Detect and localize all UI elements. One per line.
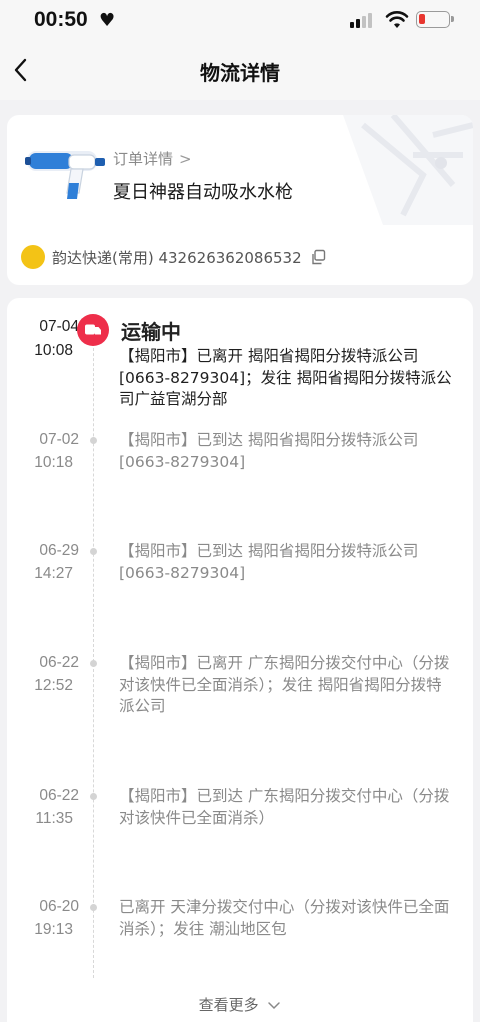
timeline-dot xyxy=(90,660,97,667)
page-title: 物流详情 xyxy=(200,61,280,85)
entry-description: 已离开 天津分拨交付中心（分拨对该快件已全面消杀）；发往 潮汕地区包 xyxy=(119,898,450,938)
chevron-right-icon: > xyxy=(179,150,192,168)
entry-time: 10:18 xyxy=(34,454,73,471)
entry-time: 10:08 xyxy=(34,342,73,359)
courier-tracking-number: 韵达快递(常用) 432626362086532 xyxy=(52,248,302,267)
map-background xyxy=(343,115,473,225)
entry-date: 06-29 xyxy=(39,542,79,559)
current-status-label: 运输中 xyxy=(121,320,181,344)
entry-time: 19:13 xyxy=(34,921,73,938)
status-time: 00:50 xyxy=(34,8,88,31)
timeline-line xyxy=(93,328,94,978)
timeline-dot xyxy=(90,548,97,555)
timeline-dot xyxy=(90,793,97,800)
entry-description: 【揭阳市】已离开 揭阳省揭阳分拨特派公司[0663-8279304]；发往 揭阳… xyxy=(119,347,452,408)
copy-icon[interactable] xyxy=(310,249,326,265)
view-more-button[interactable]: 查看更多 xyxy=(7,994,473,1015)
order-card: 订单详情 > 夏日神器自动吸水水枪 韵达快递(常用) 43262636208653… xyxy=(7,115,473,285)
entry-date: 06-22 xyxy=(39,787,79,804)
order-details-label: 订单详情 xyxy=(113,150,174,168)
entry-time: 12:52 xyxy=(34,677,73,694)
entry-date: 07-04 xyxy=(39,318,79,335)
timeline-dot xyxy=(90,437,97,444)
cellular-signal-icon xyxy=(350,12,378,28)
battery-low-icon xyxy=(416,11,454,28)
courier-logo xyxy=(21,245,45,269)
entry-description: 【揭阳市】已到达 广东揭阳分拨交付中心（分拨对该快件已全面消杀） xyxy=(119,787,450,827)
nav-bar: 物流详情 xyxy=(0,42,480,100)
timeline-dot xyxy=(90,904,97,911)
entry-time: 11:35 xyxy=(35,810,73,827)
entry-time: 14:27 xyxy=(34,565,73,582)
product-name: 夏日神器自动吸水水枪 xyxy=(113,182,293,203)
product-image xyxy=(25,151,105,199)
entry-description: 【揭阳市】已到达 揭阳省揭阳分拨特派公司[0663-8279304] xyxy=(119,542,419,582)
courier-row: 韵达快递(常用) 432626362086532 xyxy=(21,244,326,270)
chevron-down-icon xyxy=(268,1001,281,1009)
entry-description: 【揭阳市】已离开 广东揭阳分拨交付中心（分拨对该快件已全面消杀）；发往 揭阳省揭… xyxy=(119,654,450,715)
entry-date: 07-02 xyxy=(39,431,79,448)
wifi-icon xyxy=(385,11,409,28)
status-bar: 00:50 ♥ xyxy=(0,0,480,42)
logistics-timeline: 07-04 10:08 运输中 【揭阳市】已离开 揭阳省揭阳分拨特派公司[066… xyxy=(7,298,473,1022)
order-details-link[interactable]: 订单详情 > xyxy=(113,148,192,169)
heart-icon: ♥ xyxy=(99,10,116,31)
entry-date: 06-20 xyxy=(39,898,79,915)
truck-icon xyxy=(77,314,109,346)
view-more-label: 查看更多 xyxy=(198,996,259,1014)
entry-date: 06-22 xyxy=(39,654,79,671)
entry-description: 【揭阳市】已到达 揭阳省揭阳分拨特派公司[0663-8279304] xyxy=(119,431,419,471)
